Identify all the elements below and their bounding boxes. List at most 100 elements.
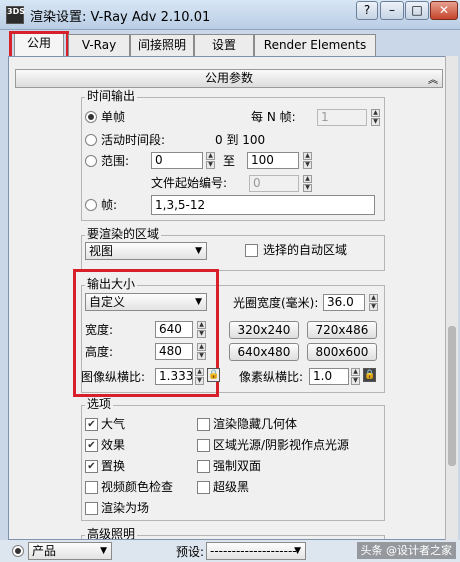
- output-size-preset-dropdown[interactable]: 自定义 ▼: [85, 293, 207, 311]
- area-to-render-value: 视图: [89, 244, 114, 258]
- every-n-frames-label: 每 N 帧:: [251, 110, 296, 124]
- range-radio[interactable]: [85, 155, 97, 167]
- common-parameters-rollout[interactable]: 公用参数 ︽: [15, 69, 443, 88]
- range-label: 范围:: [101, 154, 130, 168]
- single-frame-label: 单帧: [101, 110, 126, 124]
- height-field[interactable]: 480: [155, 343, 193, 360]
- height-label: 高度:: [85, 345, 114, 359]
- dropdown-arrow-icon: ▼: [195, 297, 202, 307]
- frames-label: 帧:: [101, 198, 118, 212]
- preset-value: --------------------: [210, 544, 297, 558]
- super-black-label: 超级黑: [213, 480, 250, 494]
- advanced-lighting-label: 高级照明: [85, 527, 138, 540]
- pixel-aspect-label: 像素纵横比:: [239, 370, 304, 384]
- atmosphere-checkbox[interactable]: ✔: [85, 418, 98, 431]
- image-aspect-spinner[interactable]: ▲ ▼: [195, 368, 204, 385]
- force-2-sided-checkbox[interactable]: [197, 460, 210, 473]
- displacement-label: 置换: [101, 459, 126, 473]
- render-hidden-geometry-label: 渲染隐藏几何体: [213, 417, 298, 431]
- scrollbar-thumb[interactable]: [448, 326, 456, 466]
- effects-checkbox[interactable]: ✔: [85, 439, 98, 452]
- preset-label: 预设:: [176, 545, 205, 559]
- dropdown-arrow-icon: ▼: [294, 546, 301, 556]
- every-n-frames-field[interactable]: 1: [317, 109, 367, 126]
- lock-icon[interactable]: 🔒: [207, 368, 220, 382]
- effects-label: 效果: [101, 438, 126, 452]
- preset-800x600-button[interactable]: 800x600: [307, 343, 377, 361]
- aperture-width-label: 光圈宽度(毫米):: [233, 296, 319, 310]
- tab-indirect-illumination[interactable]: 间接照明: [130, 34, 194, 56]
- single-frame-radio[interactable]: [85, 111, 97, 123]
- common-panel: 公用参数 ︽ 时间输出 单帧 每 N 帧: 1 ▲ ▼ 活动时间段: 0 到 10…: [8, 56, 452, 540]
- video-color-check-label: 视频颜色检查: [101, 480, 174, 494]
- range-to-field[interactable]: 100: [247, 152, 299, 169]
- image-aspect-field[interactable]: 1.333: [155, 368, 193, 385]
- tab-settings[interactable]: 设置: [194, 34, 254, 56]
- displacement-checkbox[interactable]: ✔: [85, 460, 98, 473]
- width-label: 宽度:: [85, 323, 114, 337]
- aperture-width-spinner[interactable]: ▲ ▼: [369, 294, 378, 311]
- range-from-field[interactable]: 0: [151, 152, 203, 169]
- render-hidden-geometry-checkbox[interactable]: [197, 418, 210, 431]
- video-color-check-checkbox[interactable]: [85, 481, 98, 494]
- bottom-bar: 产品 ▼ 预设: -------------------- ▼ 头条 @设计者之…: [0, 540, 460, 562]
- force-2-sided-label: 强制双面: [213, 459, 262, 473]
- dropdown-arrow-icon: ▼: [195, 246, 202, 256]
- image-aspect-label: 图像纵横比:: [81, 370, 146, 384]
- help-button[interactable]: ?: [356, 1, 378, 20]
- every-n-frames-spinner[interactable]: ▲ ▼: [371, 109, 380, 126]
- 3dsmax-app-icon: 3DS: [6, 6, 25, 24]
- active-time-segment-label: 活动时间段:: [101, 133, 166, 147]
- double-chevron-up-icon[interactable]: ︽: [428, 72, 438, 89]
- width-field[interactable]: 640: [155, 321, 193, 338]
- rollout-title: 公用参数: [204, 71, 253, 85]
- area-to-render-label: 要渲染的区域: [85, 227, 162, 241]
- pixel-aspect-field[interactable]: 1.0: [309, 368, 349, 385]
- active-time-segment-radio[interactable]: [85, 134, 97, 146]
- options-label: 选项: [85, 397, 114, 411]
- production-mode-radio[interactable]: [12, 545, 24, 557]
- render-to-fields-label: 渲染为场: [101, 501, 150, 515]
- auto-region-label: 选择的自动区域: [263, 243, 348, 257]
- frames-field[interactable]: 1,3,5-12: [151, 195, 375, 215]
- preset-640x480-button[interactable]: 640x480: [229, 343, 299, 361]
- lock-icon[interactable]: 🔒: [363, 368, 376, 382]
- minimize-button[interactable]: –: [380, 1, 404, 20]
- panel-scrollbar[interactable]: [445, 56, 458, 540]
- tab-bar: 公用 V-Ray 间接照明 设置 Render Elements: [0, 30, 460, 61]
- preset-dropdown[interactable]: -------------------- ▼: [206, 542, 306, 560]
- range-to-label: 至: [223, 154, 236, 168]
- width-spinner[interactable]: ▲ ▼: [197, 321, 206, 338]
- window-title: 渲染设置: V-Ray Adv 2.10.01: [30, 10, 211, 25]
- render-mode-dropdown[interactable]: 产品 ▼: [28, 542, 112, 560]
- title-bar: 3DS 渲染设置: V-Ray Adv 2.10.01 ? – □ ✕: [0, 0, 460, 30]
- render-to-fields-checkbox[interactable]: [85, 502, 98, 515]
- tab-vray[interactable]: V-Ray: [68, 34, 130, 56]
- preset-320x240-button[interactable]: 320x240: [229, 321, 299, 339]
- preset-720x486-button[interactable]: 720x486: [307, 321, 377, 339]
- watermark: 头条 @设计者之家: [356, 542, 456, 559]
- file-start-number-field[interactable]: 0: [249, 175, 299, 192]
- area-to-render-dropdown[interactable]: 视图 ▼: [85, 242, 207, 260]
- dropdown-arrow-icon: ▼: [100, 546, 107, 556]
- atmosphere-label: 大气: [101, 417, 126, 431]
- range-from-spinner[interactable]: ▲ ▼: [206, 152, 215, 169]
- area-lights-as-points-checkbox[interactable]: [197, 439, 210, 452]
- pixel-aspect-spinner[interactable]: ▲ ▼: [351, 368, 360, 385]
- close-button[interactable]: ✕: [430, 1, 458, 20]
- time-output-label: 时间输出: [85, 89, 138, 103]
- super-black-checkbox[interactable]: [197, 481, 210, 494]
- file-start-number-label: 文件起始编号:: [151, 176, 228, 190]
- output-size-preset-value: 自定义: [89, 295, 126, 309]
- height-spinner[interactable]: ▲ ▼: [197, 343, 206, 360]
- auto-region-checkbox[interactable]: [245, 244, 258, 257]
- area-lights-as-points-label: 区域光源/阴影视作点光源: [213, 438, 350, 452]
- maximize-button[interactable]: □: [405, 1, 429, 20]
- frames-radio[interactable]: [85, 199, 97, 211]
- active-range-text: 0 到 100: [215, 133, 266, 147]
- aperture-width-field[interactable]: 36.0: [323, 294, 365, 311]
- render-mode-value: 产品: [32, 544, 57, 558]
- range-to-spinner[interactable]: ▲ ▼: [303, 152, 312, 169]
- file-start-number-spinner[interactable]: ▲ ▼: [303, 175, 312, 192]
- tab-render-elements[interactable]: Render Elements: [254, 34, 376, 56]
